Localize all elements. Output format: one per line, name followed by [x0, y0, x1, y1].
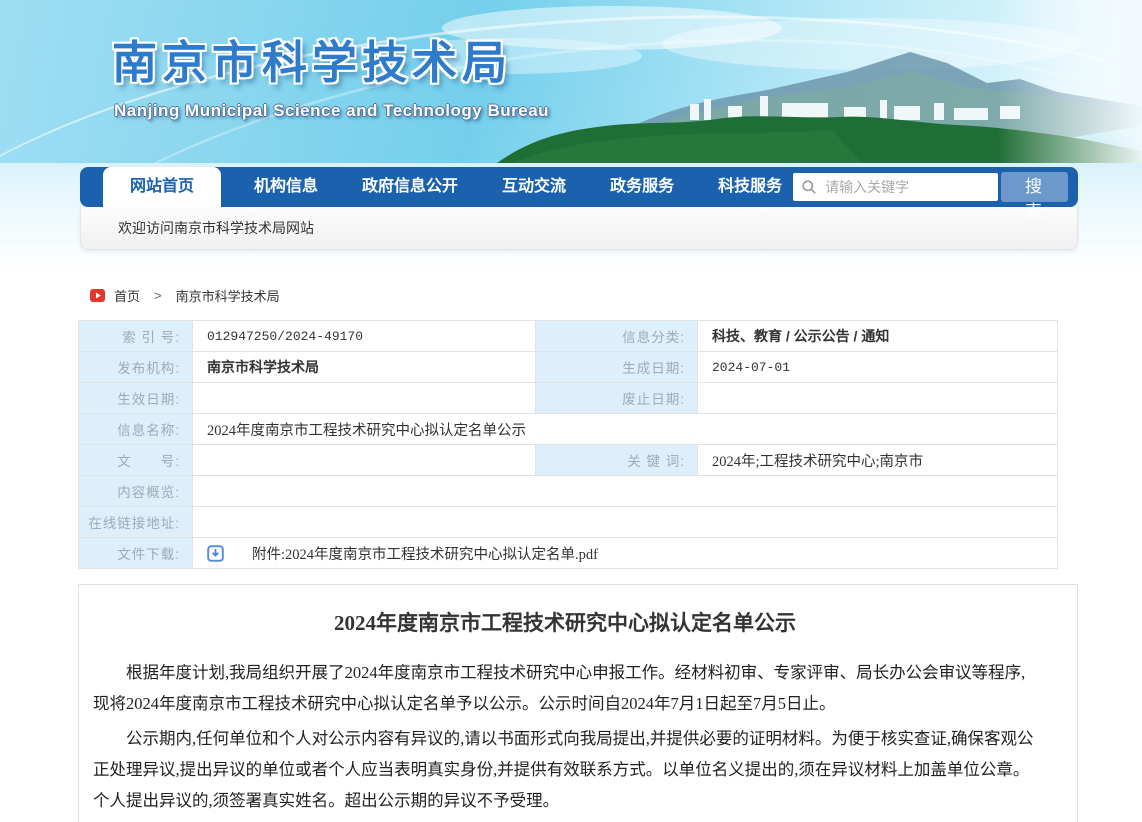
page: 南京市科学技术局 Nanjing Municipal Science and T… [0, 0, 1142, 822]
meta-value-docnum [193, 445, 536, 476]
meta-label-created: 生成日期: [536, 352, 698, 383]
meta-label-expire: 废止日期: [536, 383, 698, 414]
table-row: 信息名称: 2024年度南京市工程技术研究中心拟认定名单公示 [79, 414, 1058, 445]
nav-tab-tech-services[interactable]: 科技服务 [707, 167, 793, 207]
table-row: 内容概览: [79, 476, 1058, 507]
meta-label-summary: 内容概览: [79, 476, 193, 507]
search-input[interactable] [793, 173, 998, 201]
table-row: 文 号: 关 键 词: 2024年;工程技术研究中心;南京市 [79, 445, 1058, 476]
article-paragraph: 根据年度计划,我局组织开展了2024年度南京市工程技术研究中心申报工作。经材料初… [93, 657, 1037, 719]
meta-label-docnum: 文 号: [79, 445, 193, 476]
meta-value-name: 2024年度南京市工程技术研究中心拟认定名单公示 [193, 414, 1058, 445]
welcome-bar: 欢迎访问南京市科学技术局网站 [80, 207, 1078, 250]
download-icon[interactable] [207, 545, 224, 562]
meta-value-publisher: 南京市科学技术局 [193, 352, 536, 383]
nav-tab-interaction[interactable]: 互动交流 [491, 167, 577, 207]
site-title-cn: 南京市科学技术局 [112, 26, 549, 91]
site-title-en: Nanjing Municipal Science and Technology… [114, 101, 549, 121]
meta-value-link [193, 507, 1058, 538]
article-title: 2024年度南京市工程技术研究中心拟认定名单公示 [93, 607, 1037, 637]
meta-value-keywords: 2024年;工程技术研究中心;南京市 [698, 445, 1058, 476]
search-icon [801, 179, 817, 195]
article-paragraph: 公示期内,任何单位和个人对公示内容有异议的,请以书面形式向我局提出,并提供必要的… [93, 723, 1037, 816]
main-navigation: 网站首页 机构信息 政府信息公开 互动交流 政务服务 科技服务 搜索 [80, 167, 1078, 207]
breadcrumb: 首页 > 南京市科学技术局 [90, 286, 1142, 305]
meta-value-download: 附件:2024年度南京市工程技术研究中心拟认定名单.pdf [193, 538, 1058, 569]
breadcrumb-current: 南京市科学技术局 [176, 286, 280, 305]
nav-tab-gov-services[interactable]: 政务服务 [599, 167, 685, 207]
site-banner: 南京市科学技术局 Nanjing Municipal Science and T… [0, 0, 1142, 163]
meta-value-created: 2024-07-01 [698, 352, 1058, 383]
meta-label-publisher: 发布机构: [79, 352, 193, 383]
nav-tab-gov-disclosure[interactable]: 政府信息公开 [351, 167, 469, 207]
table-row: 在线链接地址: [79, 507, 1058, 538]
breadcrumb-separator: > [154, 288, 162, 303]
meta-label-index: 索 引 号: [79, 321, 193, 352]
nav-tab-home[interactable]: 网站首页 [103, 167, 221, 207]
welcome-text: 欢迎访问南京市科学技术局网站 [118, 220, 314, 236]
search-button[interactable]: 搜索 [1001, 172, 1068, 202]
meta-label-name: 信息名称: [79, 414, 193, 445]
meta-label-category: 信息分类: [536, 321, 698, 352]
nav-tab-org-info[interactable]: 机构信息 [243, 167, 329, 207]
article-card: 2024年度南京市工程技术研究中心拟认定名单公示 根据年度计划,我局组织开展了2… [78, 584, 1078, 822]
site-logo: 南京市科学技术局 Nanjing Municipal Science and T… [112, 26, 549, 121]
meta-label-keywords: 关 键 词: [536, 445, 698, 476]
meta-value-summary [193, 476, 1058, 507]
meta-value-effective [193, 383, 536, 414]
table-row: 生效日期: 废止日期: [79, 383, 1058, 414]
meta-value-expire [698, 383, 1058, 414]
document-meta-table: 索 引 号: 012947250/2024-49170 信息分类: 科技、教育 … [78, 320, 1058, 569]
table-row: 索 引 号: 012947250/2024-49170 信息分类: 科技、教育 … [79, 321, 1058, 352]
meta-value-category: 科技、教育 / 公示公告 / 通知 [698, 321, 1058, 352]
attachment-link[interactable]: 附件:2024年度南京市工程技术研究中心拟认定名单.pdf [252, 547, 598, 563]
meta-label-download: 文件下载: [79, 538, 193, 569]
breadcrumb-play-icon [90, 289, 105, 302]
table-row: 文件下载: 附件:2024年度南京市工程技术研究中心拟认定名单.pdf [79, 538, 1058, 569]
breadcrumb-home-link[interactable]: 首页 [114, 286, 140, 305]
meta-label-effective: 生效日期: [79, 383, 193, 414]
meta-label-link: 在线链接地址: [79, 507, 193, 538]
table-row: 发布机构: 南京市科学技术局 生成日期: 2024-07-01 [79, 352, 1058, 383]
meta-value-index: 012947250/2024-49170 [193, 321, 536, 352]
